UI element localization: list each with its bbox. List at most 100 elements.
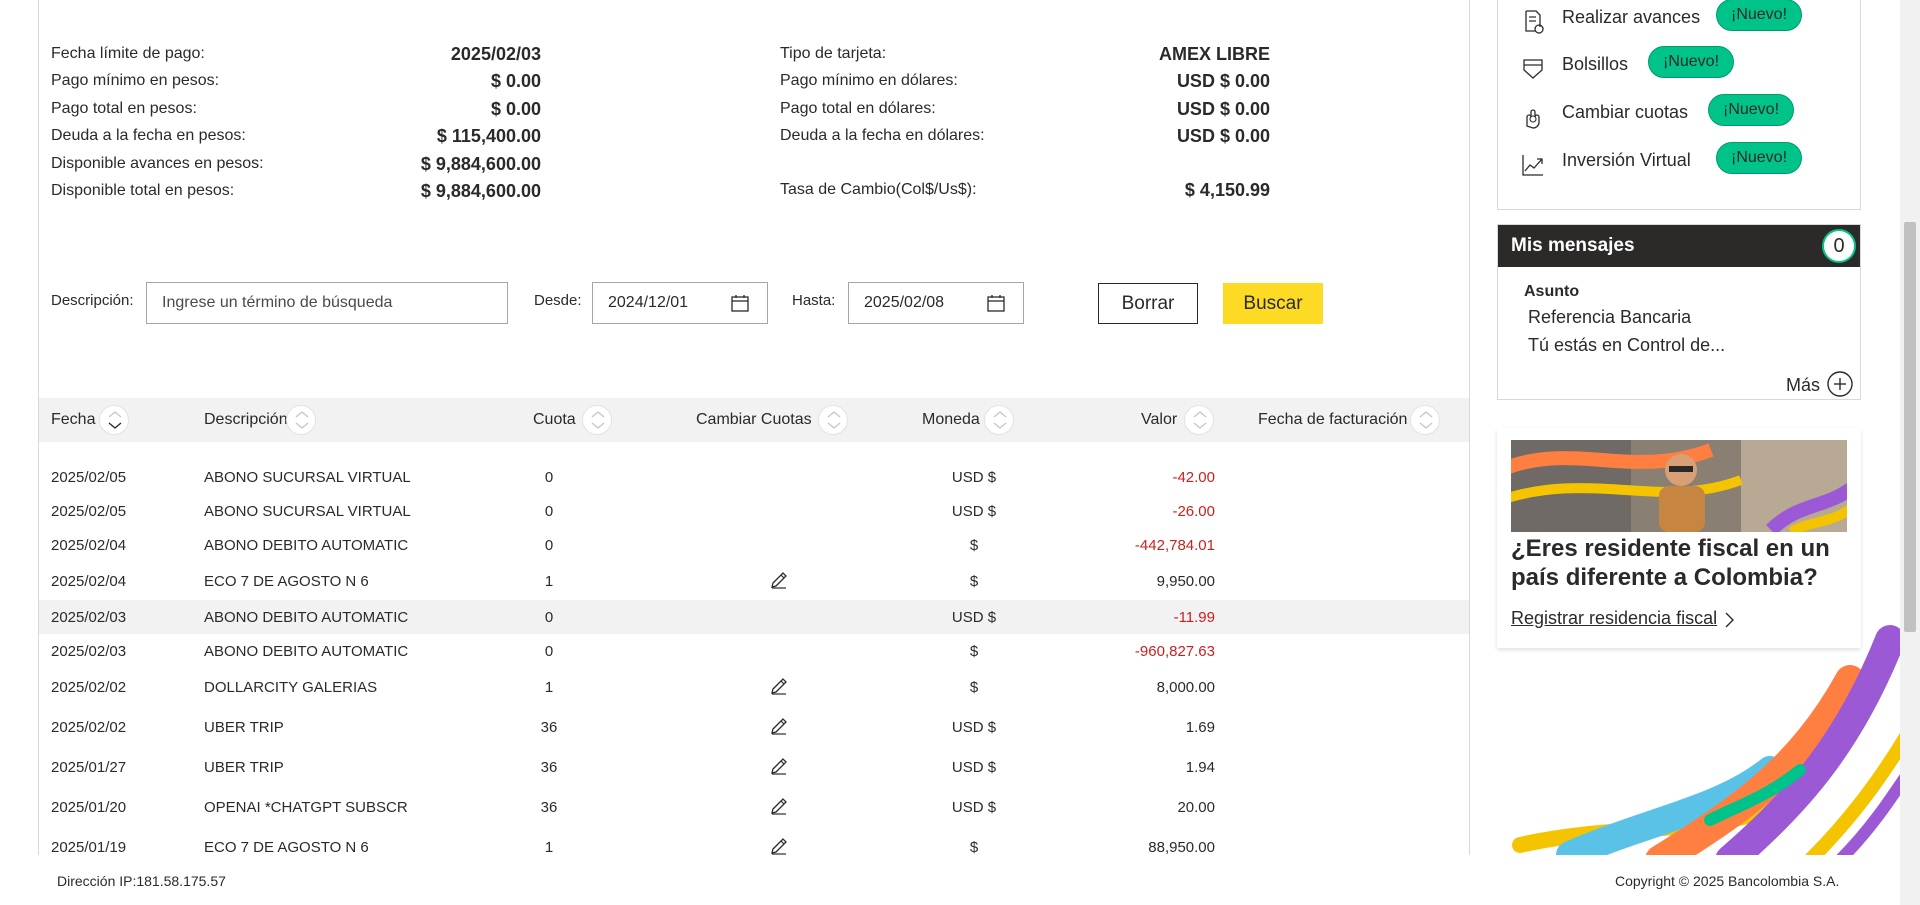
table-row[interactable]: 2025/02/02 DOLLARCITY GALERIAS 1 $8,000.00 bbox=[39, 670, 1469, 704]
calendar-icon[interactable] bbox=[731, 294, 749, 312]
promo-card: ¿Eres residente fiscal en un país difere… bbox=[1497, 428, 1861, 648]
promo-title: ¿Eres residente fiscal en un país difere… bbox=[1511, 535, 1830, 591]
table-row[interactable]: 2025/02/03 ABONO DEBITO AUTOMATIC 0 USD $ -1… bbox=[39, 600, 1469, 634]
summary-value: AMEX LIBRE bbox=[1158, 44, 1270, 64]
messages-header: Mis mensajes 0 bbox=[1498, 225, 1860, 267]
cell-valor: -11.99 bbox=[1173, 609, 1215, 626]
hasta-date-value: 2025/02/08 bbox=[864, 294, 945, 311]
option-label: Realizar avances bbox=[1562, 7, 1701, 27]
desde-date-value: 2024/12/01 bbox=[608, 294, 689, 311]
new-badge: ¡Nuevo! bbox=[1716, 142, 1803, 174]
decorative-stripes bbox=[1512, 625, 1900, 855]
header-moneda[interactable]: Moneda bbox=[922, 398, 980, 442]
cell-valor: -442,784.01 bbox=[1134, 537, 1215, 554]
cell-valor: -42.00 bbox=[1172, 469, 1215, 486]
sort-icon[interactable] bbox=[1410, 405, 1440, 435]
footer-ip-address: Dirección IP:181.58.175.57 bbox=[57, 873, 226, 889]
cell-moneda: USD $ bbox=[951, 503, 997, 520]
descripcion-label: Descripción: bbox=[51, 292, 134, 309]
edit-pencil-icon[interactable] bbox=[769, 836, 789, 855]
sort-icon[interactable] bbox=[984, 405, 1014, 435]
scrollbar-thumb[interactable] bbox=[1904, 222, 1916, 632]
sort-icon[interactable] bbox=[286, 405, 316, 435]
summary-value: 2025/02/03 bbox=[450, 44, 541, 64]
borrar-button[interactable]: Borrar bbox=[1098, 283, 1198, 324]
cell-moneda: USD $ bbox=[951, 469, 997, 486]
cell-fecha: 2025/02/04 bbox=[51, 537, 127, 554]
cell-fecha: 2025/02/05 bbox=[51, 469, 127, 486]
plus-circle-icon[interactable] bbox=[1826, 370, 1854, 398]
sort-icon[interactable] bbox=[582, 405, 612, 435]
cell-cuota: 0 bbox=[544, 469, 554, 486]
cell-moneda: USD $ bbox=[951, 719, 997, 736]
summary-label: Tasa de Cambio(Col$/Us$): bbox=[780, 181, 977, 198]
sort-icon[interactable] bbox=[1184, 405, 1214, 435]
table-row[interactable]: 2025/01/27 UBER TRIP 36 USD $ 1.94 bbox=[39, 750, 1469, 784]
table-row[interactable]: 2025/01/20 OPENAI *CHATGPT SUBSCR 36 USD $ 2… bbox=[39, 790, 1469, 824]
sort-icon[interactable] bbox=[818, 405, 848, 435]
header-cuota[interactable]: Cuota bbox=[533, 398, 576, 442]
footer-copyright: Copyright © 2025 Bancolombia S.A. bbox=[1615, 873, 1840, 889]
cell-cuota: 0 bbox=[544, 643, 554, 660]
option-label: Cambiar cuotas bbox=[1562, 102, 1689, 122]
option-bolsillos[interactable]: Bolsillos ¡Nuevo! bbox=[1498, 46, 1862, 90]
cell-fecha: 2025/01/19 bbox=[51, 839, 127, 855]
more-messages-link[interactable]: Más bbox=[1786, 375, 1820, 396]
option-cambiar-cuotas[interactable]: Cambiar cuotas ¡Nuevo! bbox=[1498, 94, 1862, 138]
table-row[interactable]: 2025/02/05 ABONO SUCURSAL VIRTUAL 0 USD $ -4… bbox=[39, 460, 1469, 494]
cell-valor: -960,827.63 bbox=[1134, 643, 1215, 660]
cell-moneda: $ bbox=[969, 679, 979, 696]
header-descripcion[interactable]: Descripción bbox=[204, 398, 288, 442]
cell-fecha: 2025/02/02 bbox=[51, 679, 127, 696]
desde-date-input[interactable]: 2024/12/01 bbox=[592, 282, 768, 324]
descripcion-input[interactable]: Ingrese un término de búsqueda bbox=[146, 282, 508, 324]
calendar-icon[interactable] bbox=[987, 294, 1005, 312]
header-fecha[interactable]: Fecha bbox=[51, 398, 95, 442]
edit-pencil-icon[interactable] bbox=[769, 676, 789, 696]
message-item[interactable]: Referencia Bancaria bbox=[1528, 307, 1691, 328]
summary-label: Disponible total en pesos: bbox=[51, 182, 235, 199]
sort-icon[interactable] bbox=[99, 405, 129, 435]
option-inversion-virtual[interactable]: Inversión Virtual ¡Nuevo! bbox=[1498, 142, 1862, 186]
edit-pencil-icon[interactable] bbox=[769, 716, 789, 736]
cell-descripcion: ABONO DEBITO AUTOMATIC bbox=[204, 537, 409, 554]
edit-pencil-icon[interactable] bbox=[769, 796, 789, 816]
cell-moneda: $ bbox=[969, 839, 979, 855]
summary-row: Disponible total en pesos: $ 9,884,600.0… bbox=[51, 180, 541, 202]
table-row[interactable]: 2025/01/19 ECO 7 DE AGOSTO N 6 1 $88,950.00 bbox=[39, 830, 1469, 855]
cell-moneda: USD $ bbox=[951, 799, 997, 816]
table-row[interactable]: 2025/02/02 UBER TRIP 36 USD $ 1.69 bbox=[39, 710, 1469, 744]
message-item[interactable]: Tú estás en Control de... bbox=[1528, 335, 1725, 356]
cell-fecha: 2025/01/27 bbox=[51, 759, 127, 776]
summary-value: $ 0.00 bbox=[490, 99, 541, 119]
summary-value: $ 9,884,600.00 bbox=[420, 181, 541, 201]
table-row[interactable]: 2025/02/05 ABONO SUCURSAL VIRTUAL 0 USD $ -2… bbox=[39, 494, 1469, 528]
new-badge: ¡Nuevo! bbox=[1708, 94, 1795, 126]
footer: Dirección IP:181.58.175.57 Copyright © 2… bbox=[0, 855, 1900, 905]
header-valor[interactable]: Valor bbox=[1141, 398, 1177, 442]
cell-cuota: 1 bbox=[544, 679, 554, 696]
new-badge: ¡Nuevo! bbox=[1648, 46, 1735, 78]
edit-pencil-icon[interactable] bbox=[769, 756, 789, 776]
hasta-date-input[interactable]: 2025/02/08 bbox=[848, 282, 1024, 324]
header-cambiar-cuotas[interactable]: Cambiar Cuotas bbox=[696, 398, 812, 442]
table-row[interactable]: 2025/02/04 ECO 7 DE AGOSTO N 6 1 $9,950.00 bbox=[39, 564, 1469, 598]
option-realizar-avances[interactable]: Realizar avances ¡Nuevo! bbox=[1498, 0, 1862, 43]
edit-pencil-icon[interactable] bbox=[769, 570, 789, 590]
cell-cuota: 36 bbox=[540, 759, 558, 776]
app-root: Fecha límite de pago: 2025/02/03 Pago mí… bbox=[0, 0, 1920, 905]
table-row[interactable]: 2025/02/03 ABONO DEBITO AUTOMATIC 0 $ -960,8… bbox=[39, 634, 1469, 668]
summary-row: Pago mínimo en dólares: USD $ 0.00 bbox=[780, 70, 1270, 92]
cell-descripcion: UBER TRIP bbox=[204, 759, 284, 776]
buscar-button[interactable]: Buscar bbox=[1223, 283, 1323, 324]
summary-label: Tipo de tarjeta: bbox=[780, 45, 887, 62]
cell-moneda: $ bbox=[969, 573, 979, 590]
asunto-label: Asunto bbox=[1524, 283, 1580, 300]
summary-row: Deuda a la fecha en pesos: $ 115,400.00 bbox=[51, 125, 541, 147]
table-row[interactable]: 2025/02/04 ABONO DEBITO AUTOMATIC 0 $ -442,7… bbox=[39, 528, 1469, 562]
messages-count-badge: 0 bbox=[1822, 229, 1856, 263]
cell-fecha: 2025/02/04 bbox=[51, 573, 127, 590]
cell-cuota: 36 bbox=[540, 799, 558, 816]
cell-valor: 1.69 bbox=[1185, 719, 1215, 736]
header-fecha-facturacion[interactable]: Fecha de facturación bbox=[1258, 398, 1407, 442]
